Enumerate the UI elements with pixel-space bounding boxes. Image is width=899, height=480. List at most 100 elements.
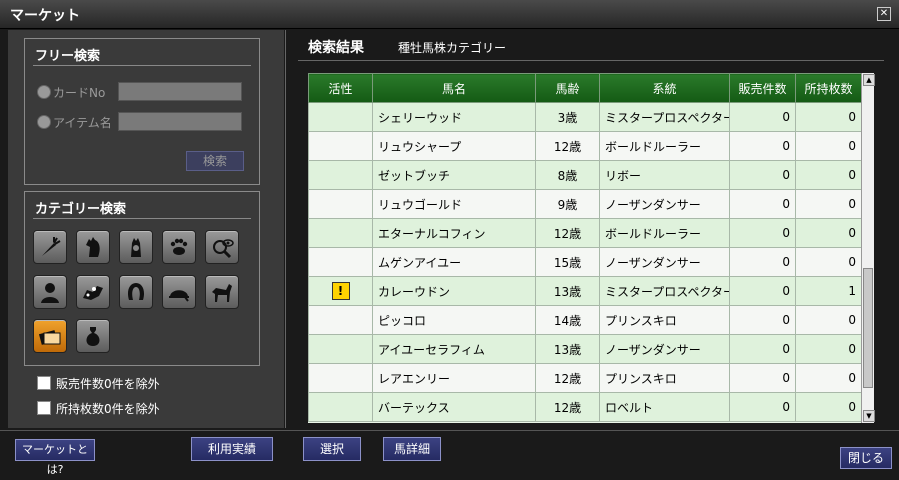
cell-sales-count: 0	[729, 218, 796, 248]
carrot-icon[interactable]	[33, 230, 67, 264]
cell-activity	[308, 392, 373, 422]
exclude-zero-owned-label: 所持枚数0件を除外	[56, 402, 160, 416]
horse-icon[interactable]	[205, 275, 239, 309]
cell-owned-count: 0	[795, 131, 862, 161]
cell-lineage: ロベルト	[599, 392, 730, 422]
table-row[interactable]: ! カレーウドン 13歳 ミスタープロスペクター 0 1	[308, 276, 862, 306]
exclude-zero-owned-checkbox[interactable]	[37, 401, 51, 415]
cell-age: 13歳	[535, 276, 600, 306]
cell-age: 14歳	[535, 305, 600, 335]
item-name-radio[interactable]	[37, 115, 51, 129]
category-search-panel: カテゴリー検索	[24, 191, 260, 366]
scroll-up-icon[interactable]: ▲	[863, 74, 875, 86]
jockey-icon[interactable]	[76, 275, 110, 309]
horse-hood-icon[interactable]	[119, 230, 153, 264]
col-lineage[interactable]: 系統	[599, 73, 730, 103]
col-age[interactable]: 馬齢	[535, 73, 600, 103]
cell-sales-count: 0	[729, 334, 796, 364]
table-row[interactable]: レアエンリー 12歳 プリンスキロ 0 0	[308, 363, 862, 393]
cell-owned-count: 0	[795, 218, 862, 248]
table-row[interactable]: シェリーウッド 3歳 ミスタープロスペクター 0 0	[308, 102, 862, 132]
exclude-zero-sales-checkbox[interactable]	[37, 376, 51, 390]
cell-activity	[308, 102, 373, 132]
paw-icon[interactable]	[162, 230, 196, 264]
cell-sales-count: 0	[729, 189, 796, 219]
cell-activity	[308, 363, 373, 393]
cards-icon[interactable]	[33, 319, 67, 353]
usage-history-button[interactable]: 利用実績	[191, 437, 273, 461]
cell-age: 3歳	[535, 102, 600, 132]
cell-activity	[308, 334, 373, 364]
cell-horse-name: リュウゴールド	[372, 189, 536, 219]
cell-owned-count: 1	[795, 276, 862, 306]
results-scrollbar[interactable]: ▲ ▼	[861, 73, 875, 423]
horse-detail-button[interactable]: 馬詳細	[383, 437, 441, 461]
cell-sales-count: 0	[729, 247, 796, 277]
horse-head-icon[interactable]	[76, 230, 110, 264]
table-row[interactable]: ゼットブッチ 8歳 リボー 0 0	[308, 160, 862, 190]
cell-activity	[308, 247, 373, 277]
table-row[interactable]: アイユーセラフィム 13歳 ノーザンダンサー 0 0	[308, 334, 862, 364]
cell-age: 8歳	[535, 160, 600, 190]
item-name-input[interactable]	[118, 112, 242, 131]
horseshoe-icon[interactable]	[119, 275, 153, 309]
table-row[interactable]: バーテックス 12歳 ロベルト 0 0	[308, 392, 862, 422]
cell-owned-count: 0	[795, 189, 862, 219]
cell-lineage: ミスタープロスペクター	[599, 276, 730, 306]
cell-age: 12歳	[535, 131, 600, 161]
card-no-radio[interactable]	[37, 85, 51, 99]
cell-age: 13歳	[535, 334, 600, 364]
cell-sales-count: 0	[729, 102, 796, 132]
free-search-title: フリー検索	[35, 49, 101, 64]
bag-icon[interactable]	[76, 319, 110, 353]
cell-lineage: ノーザンダンサー	[599, 247, 730, 277]
select-button[interactable]: 選択	[303, 437, 361, 461]
cell-owned-count: 0	[795, 247, 862, 277]
cell-horse-name: シェリーウッド	[372, 102, 536, 132]
col-horse-name[interactable]: 馬名	[372, 73, 536, 103]
free-search-panel: フリー検索 カードNo アイテム名 検索	[24, 38, 260, 185]
table-row[interactable]: ムゲンアイユー 15歳 ノーザンダンサー 0 0	[308, 247, 862, 277]
table-row[interactable]: リュウシャープ 12歳 ボールドルーラー 0 0	[308, 131, 862, 161]
cell-age: 12歳	[535, 392, 600, 422]
cell-age: 12歳	[535, 363, 600, 393]
close-icon[interactable]: ✕	[877, 7, 891, 21]
cell-horse-name: レアエンリー	[372, 363, 536, 393]
person-icon[interactable]	[33, 275, 67, 309]
cell-lineage: ノーザンダンサー	[599, 189, 730, 219]
close-button[interactable]: 閉じる	[840, 447, 892, 469]
cell-horse-name: ゼットブッチ	[372, 160, 536, 190]
col-activity[interactable]: 活性	[308, 73, 373, 103]
cell-owned-count: 0	[795, 334, 862, 364]
scroll-down-icon[interactable]: ▼	[863, 410, 875, 422]
about-market-button[interactable]: マーケットとは?	[15, 439, 95, 476]
col-owned-count[interactable]: 所持枚数	[795, 73, 862, 103]
exclude-zero-sales-label: 販売件数0件を除外	[56, 377, 160, 391]
cell-horse-name: ムゲンアイユー	[372, 247, 536, 277]
cell-sales-count: 0	[729, 363, 796, 393]
cell-lineage: ボールドルーラー	[599, 131, 730, 161]
search-button[interactable]: 検索	[186, 151, 244, 171]
helmet-icon[interactable]	[162, 275, 196, 309]
table-row[interactable]: エターナルコフィン 12歳 ボールドルーラー 0 0	[308, 218, 862, 248]
table-row[interactable]: リュウゴールド 9歳 ノーザンダンサー 0 0	[308, 189, 862, 219]
cell-activity	[308, 131, 373, 161]
col-sales-count[interactable]: 販売件数	[729, 73, 796, 103]
item-name-label: アイテム名	[53, 116, 112, 130]
cell-lineage: プリンスキロ	[599, 363, 730, 393]
cell-sales-count: 0	[729, 305, 796, 335]
left-pane: フリー検索 カードNo アイテム名 検索 カテゴリー検索 販売件数0件を除外 所…	[8, 30, 284, 428]
cell-sales-count: 0	[729, 160, 796, 190]
cell-activity	[308, 160, 373, 190]
cell-owned-count: 0	[795, 363, 862, 393]
results-table: 活性 馬名 馬齢 系統 販売件数 所持枚数 シェリーウッド 3歳 ミスタープロスペク…	[308, 73, 862, 422]
card-no-input[interactable]	[118, 82, 242, 101]
cell-owned-count: 0	[795, 160, 862, 190]
table-row[interactable]: ピッコロ 14歳 プリンスキロ 0 0	[308, 305, 862, 335]
cell-horse-name: アイユーセラフィム	[372, 334, 536, 364]
cell-sales-count: 0	[729, 131, 796, 161]
magnifier-eye-icon[interactable]	[205, 230, 239, 264]
cell-sales-count: 0	[729, 392, 796, 422]
scroll-thumb[interactable]	[863, 268, 873, 388]
cell-age: 12歳	[535, 218, 600, 248]
